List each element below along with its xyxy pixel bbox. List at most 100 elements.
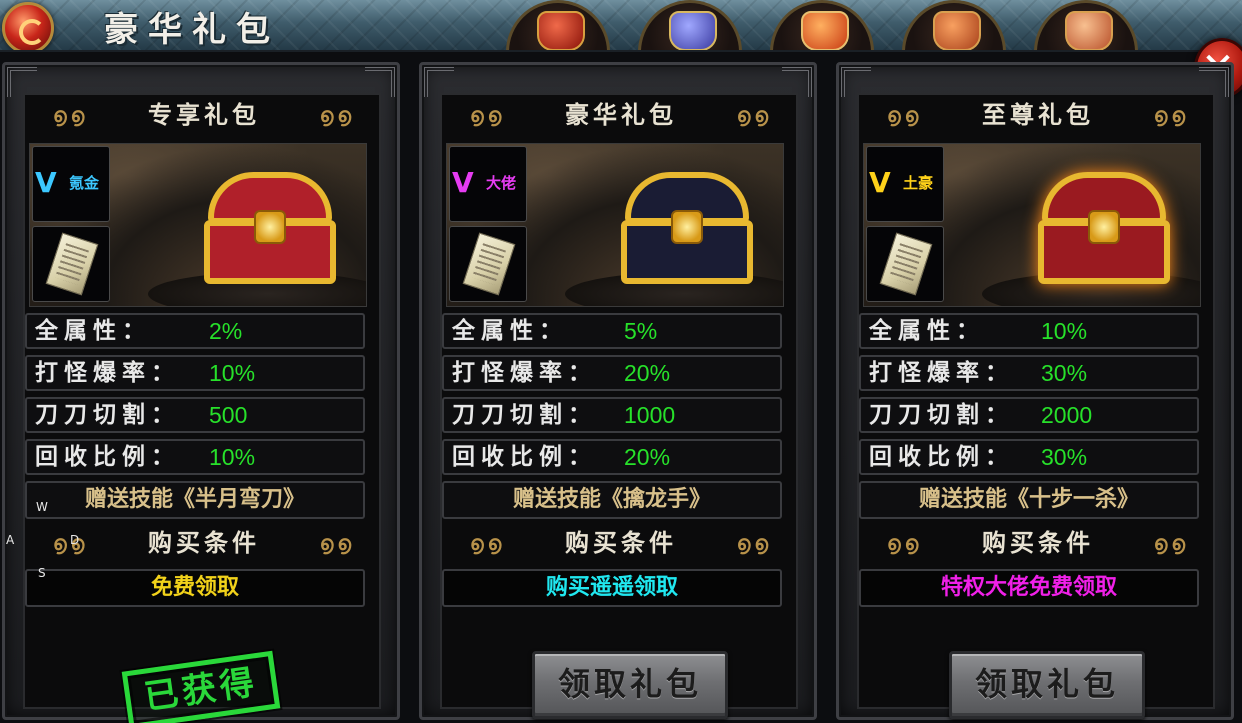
tab-red-bag[interactable]: [770, 0, 874, 50]
treasure-chest-icon: [1038, 170, 1170, 288]
stat-value: 2000: [1041, 402, 1093, 428]
scroll-icon: [462, 232, 516, 296]
stat-value: 30%: [1041, 360, 1088, 386]
pack-panel-inner: ൭൭ 至尊礼包 ൭൭ V 土豪 全属性： 10% 打怪爆率： 30% 刀刀切割：…: [857, 93, 1217, 719]
stat-value: 10%: [209, 360, 256, 386]
skill-book-slot[interactable]: [32, 226, 110, 302]
cloud-ornament-icon: ൭൭: [736, 531, 772, 555]
pack-panel-supreme: ൭൭ 至尊礼包 ൭൭ V 土豪 全属性： 10% 打怪爆率： 30% 刀刀切割：…: [836, 62, 1234, 720]
pack-panel-inner: ൭൭ 豪华礼包 ൭൭ V 大佬 全属性： 5% 打怪爆率： 20% 刀刀切割： …: [440, 93, 800, 719]
cloud-ornament-icon: ൭൭: [319, 531, 355, 555]
red-envelope-icon: [537, 11, 585, 50]
window-title: 豪华礼包: [104, 10, 280, 50]
pack-showcase: V 大佬: [446, 143, 784, 307]
cloud-ornament-icon: ൭൭: [53, 103, 89, 127]
tab-red-envelope[interactable]: [506, 0, 610, 50]
purchase-condition: 购买遥遥领取: [442, 569, 782, 607]
tab-scroll-bundle[interactable]: [1034, 0, 1138, 50]
vip-v-icon: V: [869, 166, 891, 199]
vip-badge-slot[interactable]: V 大佬: [449, 146, 527, 222]
stat-row-drop-rate: 打怪爆率： 10%: [25, 355, 365, 391]
stat-row-drop-rate: 打怪爆率： 30%: [859, 355, 1199, 391]
gift-skill: 赠送技能《擒龙手》: [442, 481, 782, 519]
cloud-ornament-icon: ൭൭: [470, 531, 506, 555]
stat-value: 10%: [1041, 318, 1088, 344]
cloud-ornament-icon: ൭൭: [1153, 531, 1189, 555]
treasure-chest-icon: [621, 170, 753, 288]
stat-label: 全属性：: [452, 318, 568, 344]
stat-label: 打怪爆率：: [869, 360, 1014, 386]
vip-badge-slot[interactable]: V 氪金: [32, 146, 110, 222]
cloud-ornament-icon: ൭൭: [470, 103, 506, 127]
condition-header: ൭൭ 购买条件 ൭൭: [859, 523, 1217, 563]
vip-label: 大佬: [486, 174, 517, 192]
vip-v-icon: V: [35, 166, 57, 199]
scroll-icon: [45, 232, 99, 296]
stat-label: 回收比例：: [452, 444, 597, 470]
stat-value: 30%: [1041, 444, 1088, 470]
pack-panel-exclusive: ൭൭ 专享礼包 ൭൭ V 氪金 全属性： 2% 打怪爆率： 10% 刀刀切割： …: [2, 62, 400, 723]
condition-header: ൭൭ 购买条件 ൭൭: [442, 523, 800, 563]
stat-label: 回收比例：: [869, 444, 1014, 470]
vip-v-icon: V: [452, 166, 474, 199]
stat-label: 回收比例：: [35, 444, 180, 470]
pack-panel-luxury: ൭൭ 豪华礼包 ൭൭ V 大佬 全属性： 5% 打怪爆率： 20% 刀刀切割： …: [419, 62, 817, 720]
cloud-ornament-icon: ൭൭: [319, 103, 355, 127]
gift-skill: 赠送技能《半月弯刀》: [25, 481, 365, 519]
pack-title: ൭൭ 专享礼包 ൭൭: [25, 95, 383, 135]
skill-book-slot[interactable]: [866, 226, 944, 302]
orange-pouch-icon: [933, 11, 981, 50]
stat-row-attr: 全属性： 5%: [442, 313, 782, 349]
stat-value: 5%: [624, 318, 658, 344]
claim-gift-button[interactable]: 领取礼包: [532, 651, 728, 719]
stat-row-recycle: 回收比例： 30%: [859, 439, 1199, 475]
stat-row-cut: 刀刀切割： 2000: [859, 397, 1199, 433]
pack-panel-inner: ൭൭ 专享礼包 ൭൭ V 氪金 全属性： 2% 打怪爆率： 10% 刀刀切割： …: [23, 93, 383, 723]
pack-title: ൭൭ 至尊礼包 ൭൭: [859, 95, 1217, 135]
skill-book-slot[interactable]: [449, 226, 527, 302]
debug-key-label: S: [38, 566, 46, 580]
obtained-stamp: 已获得: [121, 650, 281, 723]
vip-badge-slot[interactable]: V 土豪: [866, 146, 944, 222]
stat-value: 1000: [624, 402, 676, 428]
top-banner: 豪华礼包: [0, 0, 1242, 52]
vip-label: 土豪: [903, 174, 934, 192]
stat-value: 10%: [209, 444, 256, 470]
gift-skill: 赠送技能《十步一杀》: [859, 481, 1199, 519]
cloud-ornament-icon: ൭൭: [1153, 103, 1189, 127]
blue-pouch-icon: [669, 11, 717, 50]
stat-label: 打怪爆率：: [35, 360, 180, 386]
pack-showcase: V 土豪: [863, 143, 1201, 307]
scroll-bundle-icon: [1065, 11, 1113, 50]
stat-label: 全属性：: [35, 318, 151, 344]
debug-key-label: A: [6, 533, 15, 547]
stat-value: 20%: [624, 444, 671, 470]
pack-title: ൭൭ 豪华礼包 ൭൭: [442, 95, 800, 135]
stat-value: 2%: [209, 318, 243, 344]
cloud-ornament-icon: ൭൭: [736, 103, 772, 127]
debug-key-label: W: [36, 500, 48, 514]
purchase-condition: 免费领取: [25, 569, 365, 607]
stat-row-attr: 全属性： 2%: [25, 313, 365, 349]
stat-label: 全属性：: [869, 318, 985, 344]
game-logo-icon: [2, 2, 54, 50]
vip-label: 氪金: [69, 174, 100, 192]
pack-showcase: V 氪金: [29, 143, 367, 307]
stat-label: 刀刀切割：: [869, 402, 1014, 428]
claim-gift-button[interactable]: 领取礼包: [949, 651, 1145, 719]
stat-value: 500: [209, 402, 248, 428]
debug-key-label: D: [70, 533, 80, 547]
tab-blue-pouch[interactable]: [638, 0, 742, 50]
cloud-ornament-icon: ൭൭: [887, 531, 923, 555]
stat-label: 刀刀切割：: [452, 402, 597, 428]
stat-row-recycle: 回收比例： 20%: [442, 439, 782, 475]
stat-row-attr: 全属性： 10%: [859, 313, 1199, 349]
red-bag-icon: [801, 11, 849, 50]
treasure-chest-icon: [204, 170, 336, 288]
stat-row-recycle: 回收比例： 10%: [25, 439, 365, 475]
stat-row-cut: 刀刀切割： 500: [25, 397, 365, 433]
stat-row-drop-rate: 打怪爆率： 20%: [442, 355, 782, 391]
tab-orange-pouch[interactable]: [902, 0, 1006, 50]
cloud-ornament-icon: ൭൭: [887, 103, 923, 127]
scroll-icon: [879, 232, 933, 296]
